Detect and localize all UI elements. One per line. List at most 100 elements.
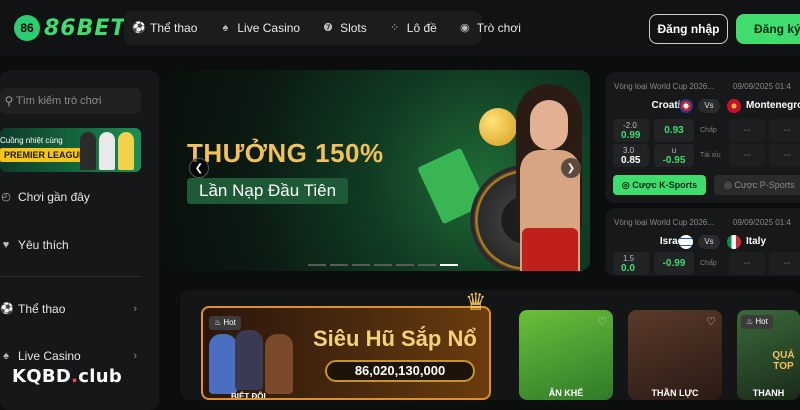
register-button[interactable]: Đăng ký	[736, 14, 800, 44]
card-tag: QUÁ TOP	[772, 350, 795, 372]
search-icon: ⚲	[4, 94, 14, 108]
promo-players-image	[80, 132, 134, 170]
banner-prev-arrow-icon[interactable]: ❮	[189, 158, 209, 178]
match-date-value: 09/09/2025	[733, 82, 774, 91]
player-figure	[118, 132, 134, 170]
character-figure	[235, 330, 263, 390]
sidebar-item-label: Chơi gần đây	[18, 190, 90, 204]
favorite-heart-icon[interactable]: ♡	[706, 315, 716, 328]
brand-logo[interactable]: 86 86BET	[14, 12, 126, 44]
nav-item-sports[interactable]: ⚽ Thể thao	[132, 21, 197, 35]
odds-value: -0.99	[662, 258, 686, 269]
game-card-an-khe[interactable]: ♡ ĂN KHẾ	[519, 310, 613, 400]
bet-p-sports-button[interactable]: ◎ Cược P-Sports	[714, 175, 800, 195]
banner-pagination	[308, 264, 458, 266]
odds-value: 0.85	[621, 155, 641, 166]
jackpot-card[interactable]: ♨ Hot BIỆT ĐỘI Siêu Hũ Sắp Nổ 86,020,130…	[201, 306, 491, 400]
pagination-dot[interactable]	[352, 264, 370, 266]
pagination-dot[interactable]	[374, 264, 392, 266]
away-team: Italy	[746, 236, 767, 247]
soccer-ball-icon: ⚽	[0, 303, 14, 315]
favorite-heart-icon[interactable]: ♡	[597, 315, 607, 328]
watermark-kqbd: KQBD.club	[12, 366, 122, 387]
game-label: THẦN LỰC	[651, 388, 699, 398]
sidebar-item-sports[interactable]: ⚽ Thể thao ›	[0, 302, 141, 316]
montenegro-flag-icon	[727, 99, 741, 113]
hot-label: Hot	[755, 317, 768, 326]
odds-line: 1.5	[623, 254, 635, 263]
hot-badge: ♨ Hot	[741, 315, 773, 329]
odds-label-handicap: Chấp	[700, 260, 717, 267]
israel-flag-icon	[679, 235, 693, 249]
search-input[interactable]	[16, 95, 136, 107]
promo-banner[interactable]: THƯỞNG 150% Lần Nạp Đầu Tiên ❮ ❯	[165, 70, 590, 271]
soccer-ball-icon: ⚽	[132, 22, 146, 34]
login-button[interactable]: Đăng nhập	[649, 14, 728, 44]
sidebar-divider	[0, 276, 141, 277]
bet-k-sports-button[interactable]: ◎ Cược K-Sports	[613, 175, 706, 195]
match-date: 09/09/2025 01:4	[733, 82, 791, 91]
odds-value: 0.0	[621, 263, 635, 274]
odds-line: 3.0	[623, 146, 635, 155]
jackpot-amount: 86,020,130,000	[325, 360, 475, 382]
search-box[interactable]: ⚲	[0, 88, 141, 114]
slot-machine-icon: ❼	[323, 22, 334, 34]
pagination-dot-active[interactable]	[440, 264, 458, 266]
game-card-thanh[interactable]: ♨ Hot QUÁ TOP THANH	[737, 310, 800, 400]
model-image	[510, 80, 590, 271]
pagination-dot[interactable]	[396, 264, 414, 266]
odds-cell[interactable]: 3.0 0.85	[613, 144, 649, 167]
croatia-flag-icon	[679, 99, 693, 113]
odds-cell[interactable]: -0.99	[654, 252, 694, 275]
watermark-suffix: club	[78, 366, 123, 387]
main-nav: ⚽ Thể thao ♠ Live Casino ❼ Slots ⁘ Lô đề ◉ Tr…	[124, 11, 521, 45]
odds-cell-empty: --	[769, 119, 800, 142]
cta-label: Cược P-Sports	[734, 179, 795, 190]
nav-item-lottery[interactable]: ⁘ Lô đề	[389, 21, 437, 35]
odds-cell[interactable]: 0.93	[654, 119, 694, 142]
nav-item-slots[interactable]: ❼ Slots	[322, 21, 367, 35]
match-time: 01:4	[775, 218, 791, 227]
premier-league-promo[interactable]: Cuồng nhiệt cùng PREMIER LEAGUE	[0, 128, 141, 172]
odds-cell[interactable]: -2.0 0.99	[613, 119, 649, 142]
lottery-balls-icon: ⁘	[390, 22, 400, 34]
vs-badge: Vs	[698, 235, 720, 249]
match-time: 01:4	[775, 82, 791, 91]
match-card[interactable]: Vòng loại World Cup 2026... 09/09/2025 0…	[605, 208, 800, 276]
game-label: ĂN KHẾ	[548, 388, 584, 398]
promo-line1: Cuồng nhiệt cùng	[0, 136, 63, 145]
italy-flag-icon	[727, 235, 741, 249]
sidebar-item-recent[interactable]: ◴ Chơi gần đây	[0, 190, 141, 204]
nav-item-live-casino[interactable]: ♠ Live Casino	[219, 21, 300, 35]
cta-label: Cược K-Sports	[632, 179, 698, 190]
nav-label: Slots	[340, 21, 367, 35]
odds-cell-empty: --	[769, 252, 800, 275]
pagination-dot[interactable]	[330, 264, 348, 266]
sidebar-item-live-casino[interactable]: ♠ Live Casino ›	[0, 349, 141, 363]
odds-cell[interactable]: u -0.95	[654, 144, 694, 167]
player-figure	[80, 132, 96, 170]
model-outfit	[522, 228, 578, 271]
odds-cell[interactable]: 1.5 0.0	[613, 252, 649, 275]
game-card-than-luc[interactable]: ♡ THẦN LỰC	[628, 310, 722, 400]
model-face	[530, 100, 568, 150]
odds-line: u	[671, 146, 677, 155]
nav-label: Thể thao	[150, 21, 198, 35]
chevron-right-icon: ›	[133, 303, 137, 315]
promo-line2: PREMIER LEAGUE	[0, 148, 90, 162]
hot-badge: ♨ Hot	[209, 316, 241, 330]
sidebar-item-favorites[interactable]: ♥ Yêu thích	[0, 238, 141, 252]
odds-value: 0.93	[664, 125, 684, 136]
heart-icon: ♥	[2, 239, 10, 251]
pagination-dot[interactable]	[418, 264, 436, 266]
match-card[interactable]: Vòng loại World Cup 2026... 09/09/2025 0…	[605, 72, 800, 203]
nav-item-games[interactable]: ◉ Trò chơi	[459, 21, 521, 35]
pagination-dot[interactable]	[308, 264, 326, 266]
crown-icon: ♛	[465, 289, 487, 316]
odds-label-handicap: Chấp	[700, 127, 717, 134]
banner-next-arrow-icon[interactable]: ❯	[561, 158, 581, 178]
nav-label: Live Casino	[237, 21, 301, 35]
banner-headline: THƯỞNG 150%	[187, 138, 384, 168]
top-bar: 86 86BET ⚽ Thể thao ♠ Live Casino ❼ Slots ⁘…	[0, 0, 800, 56]
hot-label: Hot	[223, 318, 236, 327]
